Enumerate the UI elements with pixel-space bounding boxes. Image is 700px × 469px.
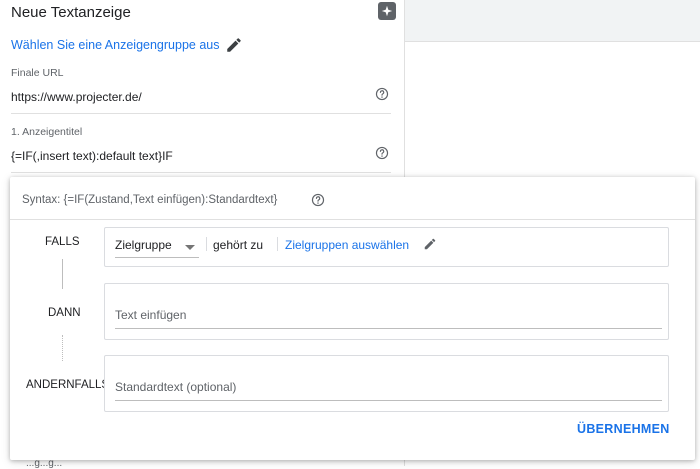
pencil-icon[interactable] <box>423 237 437 251</box>
connector-line <box>62 259 63 289</box>
operator-label: gehört zu <box>213 238 264 252</box>
syntax-hint: Syntax: {=IF(Zustand,Text einfügen):Stan… <box>22 194 278 206</box>
else-text-input[interactable]: Standardtext (optional) <box>115 380 236 394</box>
final-url-label: Finale URL <box>11 67 64 79</box>
pencil-icon[interactable] <box>225 36 243 54</box>
choose-audiences-link[interactable]: Zielgruppen auswählen <box>285 238 409 252</box>
editor-title: Neue Textanzeige <box>11 4 131 21</box>
final-url-field[interactable]: https://www.projecter.de/ <box>11 90 142 104</box>
else-box: Standardtext (optional) <box>104 355 669 412</box>
andernfalls-label: ANDERNFALLS <box>26 379 110 391</box>
divider <box>10 219 695 220</box>
divider <box>11 113 391 114</box>
background-toolbar <box>405 0 700 42</box>
separator <box>277 237 278 251</box>
headline1-label: 1. Anzeigentitel <box>11 126 83 138</box>
choose-adgroup-link[interactable]: Wählen Sie eine Anzeigengruppe aus <box>11 38 219 52</box>
sparkle-icon <box>381 5 393 17</box>
help-icon[interactable] <box>375 87 389 101</box>
help-icon[interactable] <box>311 193 325 207</box>
help-icon[interactable] <box>375 146 389 160</box>
separator <box>206 237 207 251</box>
headline1-field[interactable]: {=IF(,insert text):default text}IF <box>11 149 173 163</box>
connector-line <box>62 335 63 361</box>
if-function-dialog: Syntax: {=IF(Zustand,Text einfügen):Stan… <box>10 177 695 460</box>
dann-label: DANN <box>48 307 81 319</box>
dropdown-arrow-icon <box>185 245 195 250</box>
then-text-input[interactable]: Text einfügen <box>115 308 186 322</box>
apply-button[interactable]: ÜBERNEHMEN <box>577 422 670 436</box>
then-box: Text einfügen <box>104 283 669 340</box>
divider <box>11 172 391 173</box>
falls-label: FALLS <box>45 236 80 248</box>
audience-type-select[interactable]: Zielgruppe <box>115 236 199 258</box>
audience-type-value: Zielgruppe <box>115 238 172 252</box>
input-underline <box>115 400 662 401</box>
input-underline <box>115 328 662 329</box>
ai-suggest-button[interactable] <box>378 2 396 20</box>
condition-box: Zielgruppe gehört zu Zielgruppen auswähl… <box>104 227 669 267</box>
